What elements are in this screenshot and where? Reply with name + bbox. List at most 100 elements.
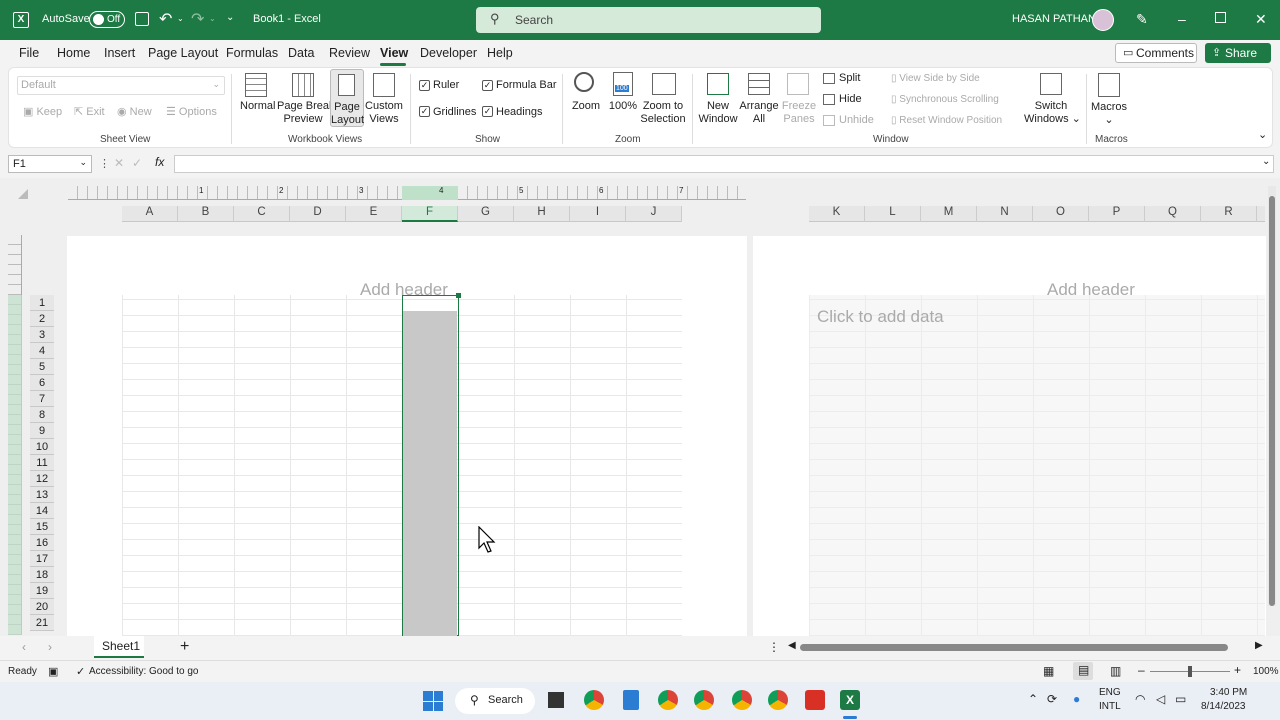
switch-windows-button[interactable]: Switch Windows ⌄	[1024, 100, 1081, 126]
share-button[interactable]: ⇪ Share	[1205, 43, 1271, 63]
enter-icon[interactable]: ✓	[132, 156, 142, 170]
column-header[interactable]: B	[178, 206, 234, 222]
row-header[interactable]: 16	[30, 535, 54, 551]
sync-icon[interactable]: ⟳	[1047, 692, 1057, 706]
normal-view-icon[interactable]: ▦	[1043, 664, 1054, 678]
more-options-icon[interactable]: ⋮	[768, 640, 780, 654]
row-header[interactable]: 1	[30, 295, 54, 311]
row-header[interactable]: 2	[30, 311, 54, 327]
column-header[interactable]: K	[809, 206, 865, 222]
speaker-icon[interactable]: ◁	[1156, 692, 1165, 706]
zoom-level[interactable]: 100%	[1253, 666, 1279, 677]
scroll-left-icon[interactable]: ‹	[22, 640, 26, 654]
row-header[interactable]: 19	[30, 583, 54, 599]
excel-taskbar-icon[interactable]: X	[840, 690, 860, 710]
collapse-ribbon-icon[interactable]: ⌄	[1258, 128, 1267, 141]
row-header[interactable]: 8	[30, 407, 54, 423]
column-header[interactable]: N	[977, 206, 1033, 222]
customize-qat-icon[interactable]: ⌄	[226, 12, 234, 23]
page-break-button[interactable]: Page Break Preview	[277, 100, 334, 126]
save-icon[interactable]	[135, 12, 149, 26]
row-header[interactable]: 13	[30, 487, 54, 503]
row-header[interactable]: 12	[30, 471, 54, 487]
microphone-icon[interactable]: ●	[1073, 692, 1080, 706]
row-header[interactable]: 21	[30, 615, 54, 631]
undo-dropdown-icon[interactable]: ⌄	[177, 14, 184, 23]
zoom-slider-thumb[interactable]	[1188, 666, 1192, 677]
chrome-icon[interactable]	[584, 690, 604, 710]
minimize-icon[interactable]: –	[1178, 11, 1186, 27]
row-header[interactable]: 14	[30, 503, 54, 519]
headings-checkbox[interactable]: ✓	[482, 106, 493, 117]
chrome-icon[interactable]	[694, 690, 714, 710]
synchronous-scrolling-button[interactable]: ▯ Synchronous Scrolling	[891, 93, 999, 106]
scroll-left-icon[interactable]: ◀	[788, 640, 796, 651]
row-header[interactable]: 20	[30, 599, 54, 615]
page-layout-view-icon[interactable]: ▤	[1073, 662, 1093, 680]
battery-icon[interactable]: ▭	[1175, 692, 1186, 706]
menu-view[interactable]: View	[380, 46, 408, 60]
clock-time[interactable]: 3:40 PM	[1210, 687, 1247, 698]
chrome-icon[interactable]	[768, 690, 788, 710]
formula-bar-checkbox[interactable]: ✓	[482, 80, 493, 91]
new-window-button[interactable]: New Window	[698, 100, 738, 126]
sheet-tab[interactable]: Sheet1	[94, 636, 144, 658]
user-name[interactable]: HASAN PATHAN	[1012, 13, 1096, 25]
hide-button[interactable]: Hide	[839, 93, 862, 106]
menu-page-layout[interactable]: Page Layout	[148, 46, 218, 60]
vertical-scrollbar[interactable]	[1268, 186, 1276, 606]
row-header[interactable]: 15	[30, 519, 54, 535]
macro-record-icon[interactable]: ▣	[48, 665, 58, 678]
sheet-view-dropdown[interactable]: Default ⌄	[17, 76, 225, 95]
zoom-in-button[interactable]: +	[1234, 663, 1241, 677]
row-header[interactable]: 4	[30, 343, 54, 359]
ruler-checkbox[interactable]: ✓	[419, 80, 430, 91]
row-header[interactable]: 11	[30, 455, 54, 471]
column-header[interactable]: H	[514, 206, 570, 222]
notepad-icon[interactable]	[623, 690, 639, 710]
select-all-corner[interactable]	[18, 189, 28, 199]
column-header-selected[interactable]: F	[402, 206, 458, 222]
add-sheet-button[interactable]: +	[180, 638, 189, 656]
scroll-right-icon[interactable]: ▶	[1255, 640, 1263, 651]
selected-column-f[interactable]	[402, 293, 461, 636]
row-header[interactable]: 7	[30, 391, 54, 407]
redo-icon[interactable]: ↷	[191, 9, 204, 29]
row-header[interactable]: 10	[30, 439, 54, 455]
menu-formulas[interactable]: Formulas	[226, 46, 278, 60]
menu-home[interactable]: Home	[57, 46, 90, 60]
arrange-all-button[interactable]: Arrange All	[739, 100, 779, 126]
exit-button[interactable]: ⇱ Exit	[74, 106, 105, 119]
custom-views-button[interactable]: Custom Views	[364, 100, 404, 126]
menu-file[interactable]: File	[19, 46, 39, 60]
freeze-panes-button[interactable]: Freeze Panes	[779, 100, 819, 126]
column-header[interactable]: E	[346, 206, 402, 222]
avatar[interactable]	[1092, 9, 1114, 31]
row-header[interactable]: 9	[30, 423, 54, 439]
row-header[interactable]: 17	[30, 551, 54, 567]
page-break-view-icon[interactable]: ▥	[1110, 664, 1121, 678]
accessibility-status[interactable]: Accessibility: Good to go	[89, 666, 199, 677]
column-header[interactable]: L	[865, 206, 921, 222]
column-header[interactable]: R	[1201, 206, 1257, 222]
app-icon[interactable]	[805, 690, 825, 710]
pen-icon[interactable]: ✎	[1136, 11, 1148, 28]
redo-dropdown-icon[interactable]: ⌄	[209, 14, 216, 23]
chevron-up-icon[interactable]: ⌃	[1028, 692, 1038, 706]
expand-formula-bar-icon[interactable]: ⌄	[1262, 156, 1270, 167]
horizontal-scrollbar[interactable]	[800, 644, 1228, 651]
unhide-button[interactable]: Unhide	[839, 114, 874, 127]
cancel-icon[interactable]: ✕	[114, 156, 124, 170]
column-header[interactable]: I	[570, 206, 626, 222]
zoom-button[interactable]: Zoom	[570, 100, 602, 113]
column-header[interactable]: J	[626, 206, 682, 222]
more-options-icon[interactable]: ⋮	[99, 157, 110, 170]
scroll-right-icon[interactable]: ›	[48, 640, 52, 654]
insert-function-button[interactable]: fx	[155, 155, 164, 169]
language-code[interactable]: ENG	[1099, 687, 1121, 698]
accessibility-icon[interactable]: ✓	[76, 665, 85, 678]
menu-developer[interactable]: Developer	[420, 46, 477, 60]
cell-grid[interactable]	[809, 295, 1265, 636]
chrome-icon[interactable]	[732, 690, 752, 710]
menu-help[interactable]: Help	[487, 46, 513, 60]
